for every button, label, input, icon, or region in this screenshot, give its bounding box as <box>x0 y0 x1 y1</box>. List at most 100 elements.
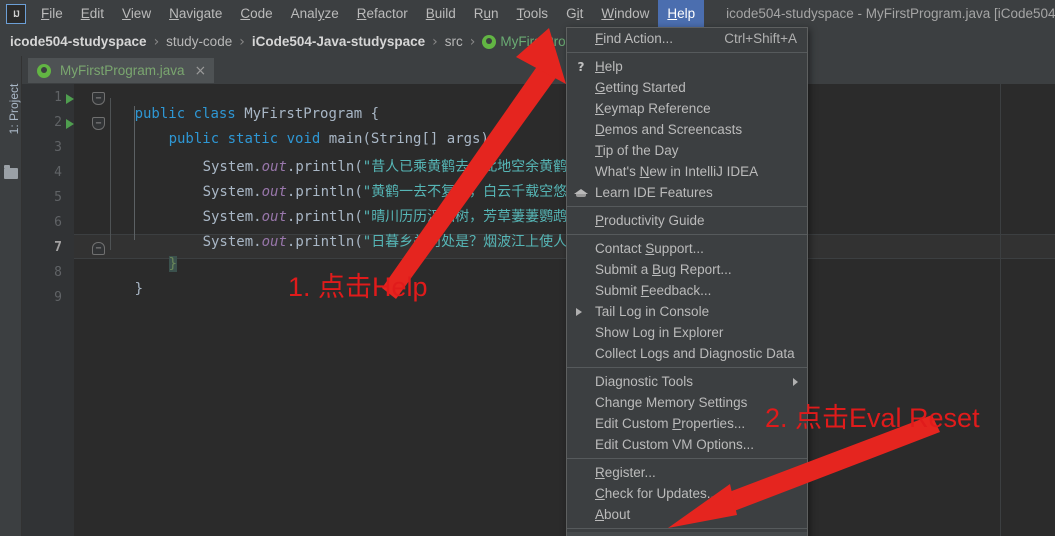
menu-item-getting-started[interactable]: Getting Started <box>567 77 807 98</box>
menubar-item-file[interactable]: File <box>32 0 72 27</box>
folder-icon[interactable] <box>4 165 18 179</box>
run-gutter-icon-line-1[interactable] <box>66 94 74 104</box>
menu-item-label: Submit a Bug Report... <box>595 262 732 277</box>
menubar-item-view[interactable]: View <box>113 0 160 27</box>
menubar-item-git[interactable]: Git <box>557 0 592 27</box>
menubar-item-code[interactable]: Code <box>231 0 281 27</box>
menu-item-tip-of-the-day[interactable]: Tip of the Day <box>567 140 807 161</box>
menu-item-collect-logs-and-diagnostic-data[interactable]: Collect Logs and Diagnostic Data <box>567 343 807 364</box>
menu-item-label: Edit Custom VM Options... <box>595 437 755 452</box>
menu-item-check-for-updates[interactable]: Check for Updates... <box>567 483 807 504</box>
menu-separator <box>567 458 807 459</box>
menubar-item-run[interactable]: Run <box>465 0 508 27</box>
menubar-item-window[interactable]: Window <box>592 0 658 27</box>
breadcrumb-separator: › <box>432 33 438 50</box>
menu-item-label: Tip of the Day <box>595 143 679 158</box>
menu-item-label: Submit Feedback... <box>595 283 712 298</box>
line-number-9: 9 <box>54 290 62 305</box>
code-editor[interactable]: 1−2−3 4 5 6 7−8 9 public class MyFirstProgram… <box>22 84 1055 536</box>
menu-item-label: Collect Logs and Diagnostic Data <box>595 346 795 361</box>
menubar-item-refactor[interactable]: Refactor <box>348 0 417 27</box>
menu-item-label: Demos and Screencasts <box>595 122 743 137</box>
breadcrumb-separator: › <box>239 33 245 50</box>
menu-item-eval-reset[interactable]: ↺Eval Reset <box>567 532 807 536</box>
brace-close-inner: } <box>168 256 178 272</box>
menu-item-help[interactable]: ? Help <box>567 56 807 77</box>
menu-item-label: Learn IDE Features <box>595 185 713 200</box>
menu-separator <box>567 206 807 207</box>
menu-item-label: Change Memory Settings <box>595 395 748 410</box>
menu-item-label: Help <box>595 59 623 74</box>
line-number-8: 8 <box>54 265 62 280</box>
menu-item-label: Edit Custom Properties... <box>595 416 746 431</box>
java-class-icon <box>482 34 497 49</box>
window-title: icode504-studyspace - MyFirstProgram.jav… <box>726 6 1055 21</box>
menu-item-demos-and-screencasts[interactable]: Demos and Screencasts <box>567 119 807 140</box>
line-number-5: 5 <box>54 190 62 205</box>
menu-bar: IJ File Edit View Navigate Code Analyze Refact… <box>0 0 1055 27</box>
help-dropdown-menu[interactable]: Find Action... Ctrl+Shift+A? Help Getting S… <box>566 27 808 536</box>
breadcrumb-item-2[interactable]: iCode504-Java-studyspace <box>252 34 425 49</box>
menu-item-label: Check for Updates... <box>595 486 719 501</box>
right-margin-line <box>1000 84 1001 536</box>
menubar-item-help[interactable]: Help <box>658 0 705 27</box>
sidebar-item-project[interactable]: 1: Project <box>7 71 21 147</box>
menu-item-label: Keymap Reference <box>595 101 711 116</box>
line-number-1: 1 <box>54 90 62 105</box>
logo-text: IJ <box>13 8 19 19</box>
breadcrumb-label: icode504-studyspace <box>10 34 147 49</box>
menu-item-tail-log-in-console[interactable]: Tail Log in Console <box>567 301 807 322</box>
line-number-2: 2 <box>54 115 62 130</box>
menubar-item-edit[interactable]: Edit <box>72 0 113 27</box>
menu-item-productivity-guide[interactable]: Productivity Guide <box>567 210 807 231</box>
breadcrumb-item-3[interactable]: src <box>445 34 463 49</box>
intellij-logo-icon: IJ <box>6 3 26 24</box>
java-class-icon <box>37 63 51 78</box>
menu-item-diagnostic-tools[interactable]: Diagnostic Tools <box>567 371 807 392</box>
menu-item-submit-feedback[interactable]: Submit Feedback... <box>567 280 807 301</box>
brace-close-outer: } <box>134 281 144 297</box>
line-number-3: 3 <box>54 140 62 155</box>
menu-item-register[interactable]: Register... <box>567 462 807 483</box>
menu-item-label: Tail Log in Console <box>595 304 710 319</box>
menu-item-label: What's New in IntelliJ IDEA <box>595 164 759 179</box>
breadcrumb-separator: › <box>469 33 476 50</box>
menu-item-about[interactable]: About <box>567 504 807 525</box>
editor-tab-myfirstprogram[interactable]: MyFirstProgram.java × <box>28 58 215 83</box>
menu-item-what-s-new-in-intellij-idea[interactable]: What's New in IntelliJ IDEA <box>567 161 807 182</box>
idea-window: IJ File Edit View Navigate Code Analyze Refact… <box>0 0 1055 536</box>
menu-item-label: Find Action... <box>595 31 674 46</box>
menu-item-contact-support[interactable]: Contact Support... <box>567 238 807 259</box>
menu-item-label: Getting Started <box>595 80 686 95</box>
menu-item-keymap-reference[interactable]: Keymap Reference <box>567 98 807 119</box>
menubar-item-navigate[interactable]: Navigate <box>160 0 231 27</box>
out-field-6: out <box>261 234 287 250</box>
menubar-item-tools[interactable]: Tools <box>508 0 558 27</box>
quote-open-6: " <box>362 234 372 250</box>
string-literal-6: 日暮乡关何处是？烟波江上使人愁。 <box>371 234 596 250</box>
menu-item-find-action[interactable]: Find Action... Ctrl+Shift+A <box>567 28 807 49</box>
code-line-6: System.out.println("日暮乡关何处是？烟波江上使人愁。"); <box>152 215 621 267</box>
menu-item-edit-custom-vm-options[interactable]: Edit Custom VM Options... <box>567 434 807 455</box>
triangle-right-icon <box>576 308 582 316</box>
line-number-6: 6 <box>54 215 62 230</box>
run-gutter-icon-line-2[interactable] <box>66 119 74 129</box>
menubar-item-build[interactable]: Build <box>417 0 465 27</box>
close-icon[interactable]: × <box>195 64 207 78</box>
menubar-item-analyze[interactable]: Analyze <box>282 0 348 27</box>
annotation-step-1: 1. 点击Help <box>288 272 428 302</box>
breadcrumb: icode504-studyspace › study-code › iCode504-… <box>0 27 1055 56</box>
menu-item-submit-a-bug-report[interactable]: Submit a Bug Report... <box>567 259 807 280</box>
menu-separator <box>567 528 807 529</box>
menu-item-show-log-in-explorer[interactable]: Show Log in Explorer <box>567 322 807 343</box>
breadcrumb-item-1[interactable]: study-code <box>166 34 232 49</box>
code-fold-toggle-line-7[interactable]: − <box>92 242 105 255</box>
breadcrumb-label: iCode504-Java-studyspace <box>251 34 426 49</box>
annotation-step-2: 2. 点击Eval Reset <box>765 403 980 433</box>
tool-window-strip-left: 1: Project <box>0 56 22 536</box>
menu-item-label: Register... <box>595 465 656 480</box>
question-icon: ? <box>577 59 585 74</box>
breadcrumb-item-0[interactable]: icode504-studyspace <box>10 34 147 49</box>
menu-item-learn-ide-features[interactable]: Learn IDE Features <box>567 182 807 203</box>
menu-item-shortcut: Ctrl+Shift+A <box>724 31 797 46</box>
